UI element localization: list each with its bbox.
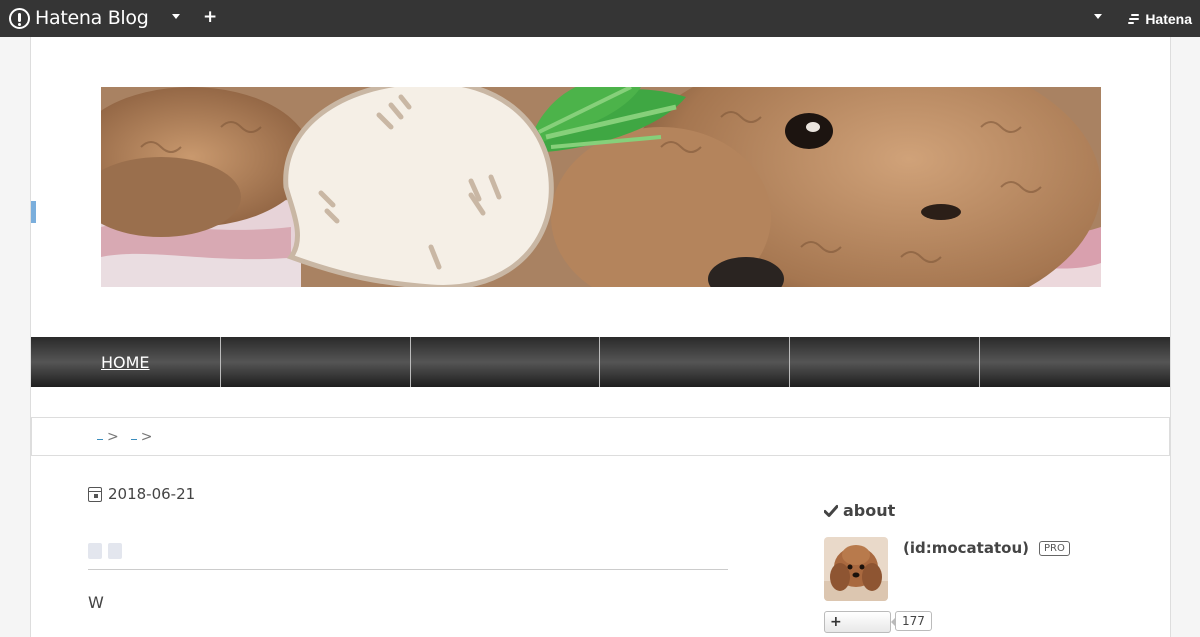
blog-header-image[interactable] [101, 87, 1101, 287]
add-entry-button[interactable]: + [203, 9, 217, 26]
entry-date[interactable]: 2018-06-21 [88, 485, 195, 503]
hatena-mark-icon [1128, 14, 1140, 24]
nav-item-6[interactable] [980, 337, 1170, 387]
about-heading: about [824, 501, 895, 520]
profile-id[interactable]: (id:mocatatou) PRO [903, 539, 1070, 557]
entry-title-divider [88, 569, 728, 570]
blog-menu-chevron-down-icon[interactable] [172, 14, 180, 19]
blog-container: HOME > > 2018-06-21 W about (id:mocatato… [30, 37, 1171, 637]
left-accent-marker [31, 201, 36, 223]
title-glyph-placeholder [108, 543, 122, 559]
hatena-brand-text: Hatena [1145, 11, 1192, 27]
logo-text: Hatena Blog [35, 7, 149, 29]
breadcrumb-separator: > [140, 428, 153, 445]
title-glyph-placeholder [88, 543, 102, 559]
hatena-blog-logo[interactable]: Hatena Blog [9, 7, 149, 29]
check-icon [824, 504, 838, 517]
breadcrumb: > > [31, 417, 1170, 456]
nav-item-5[interactable] [790, 337, 981, 387]
calendar-icon [88, 486, 102, 502]
entry-date-text: 2018-06-21 [108, 485, 196, 503]
global-header-bar: Hatena Blog + Hatena [0, 0, 1200, 37]
nav-item-home[interactable]: HOME [31, 337, 221, 387]
profile-id-text: (id:mocatatou) [903, 539, 1029, 557]
entry-title[interactable] [88, 543, 122, 559]
avatar[interactable] [824, 537, 888, 601]
account-menu-chevron-down-icon[interactable] [1094, 14, 1102, 19]
nav-item-4[interactable] [600, 337, 791, 387]
nav-item-2[interactable] [221, 337, 411, 387]
follower-count-badge: 177 [891, 611, 932, 631]
breadcrumb-separator: > [107, 428, 119, 445]
header-illustration [101, 87, 1101, 287]
breadcrumb-link-category[interactable] [130, 434, 137, 440]
global-navigation: HOME [31, 337, 1170, 387]
hatena-brand-link[interactable]: Hatena [1128, 11, 1192, 27]
breadcrumb-link-top[interactable] [97, 434, 103, 440]
hatena-logo-icon [9, 7, 30, 29]
nav-item-3[interactable] [411, 337, 601, 387]
pro-badge: PRO [1038, 540, 1070, 556]
about-heading-text: about [843, 501, 896, 520]
entry-body: W [88, 593, 104, 612]
nav-item-label[interactable]: HOME [101, 353, 150, 372]
follow-plus-icon: + [830, 614, 842, 630]
avatar-image [824, 537, 888, 601]
